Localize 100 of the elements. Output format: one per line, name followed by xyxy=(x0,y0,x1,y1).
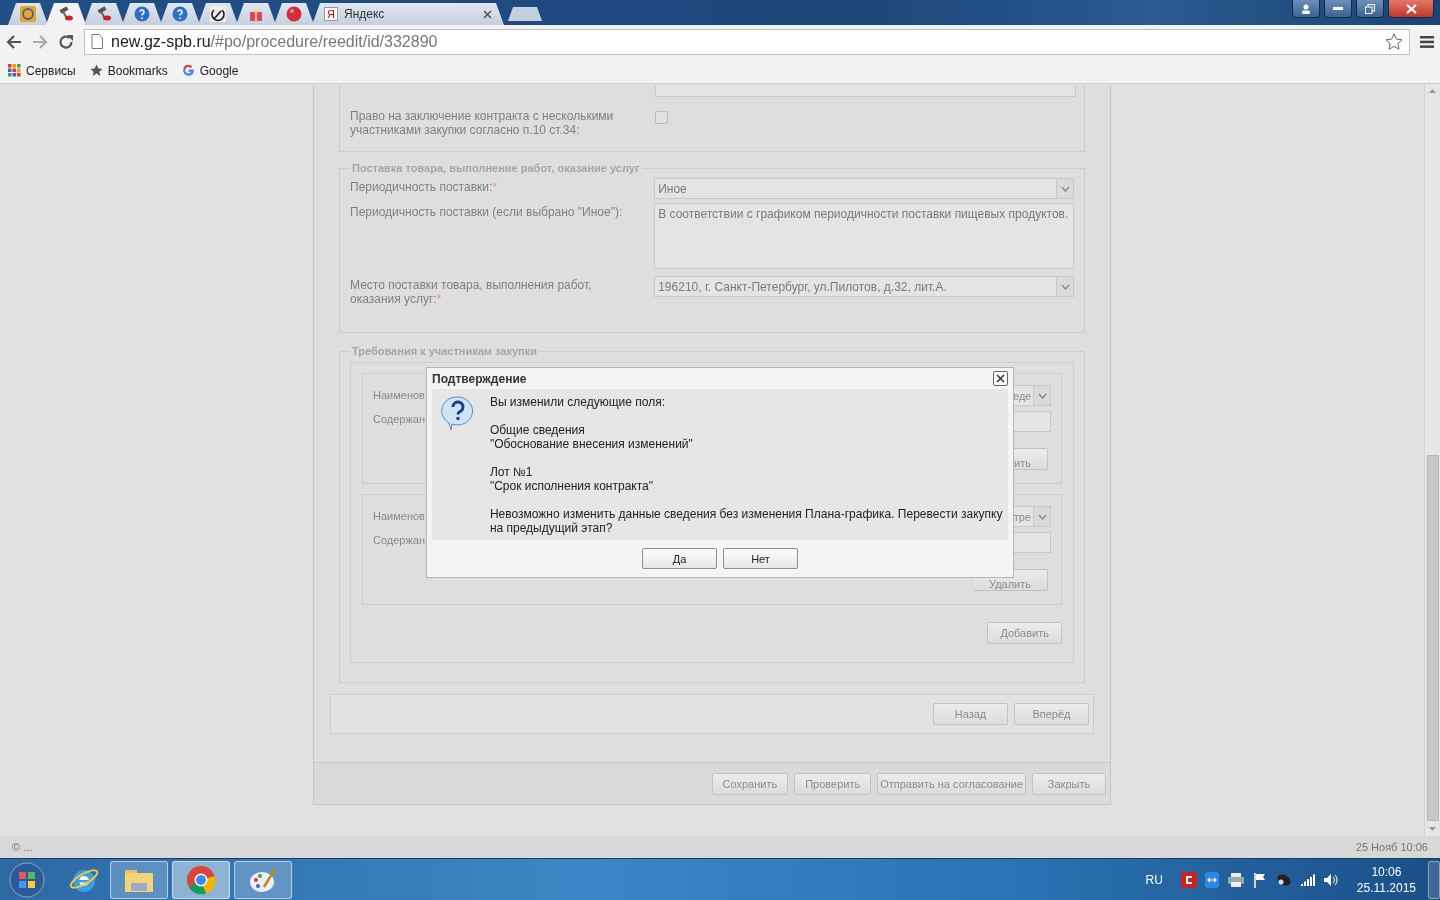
text-field[interactable] xyxy=(655,85,1076,97)
network-icon xyxy=(1274,871,1293,888)
question-bubble-icon xyxy=(441,395,475,431)
signal-bars-icon xyxy=(1300,873,1315,886)
bookmark-link[interactable]: Сервисы xyxy=(26,63,76,78)
taskbar-app[interactable] xyxy=(234,860,292,899)
section-legend: Поставка товара, выполнение работ, оказание услуг xyxy=(350,162,642,174)
dialog-button[interactable]: Да xyxy=(642,548,717,569)
new-tab-button[interactable] xyxy=(508,7,542,21)
page-icon xyxy=(91,34,103,49)
browser-tab[interactable] xyxy=(8,3,48,25)
menu-icon[interactable] xyxy=(1420,35,1434,48)
star-icon xyxy=(89,64,103,77)
browser-tab[interactable] xyxy=(236,3,276,25)
field-label: Периодичность поставки:* xyxy=(350,179,498,196)
field-label: Наименов xyxy=(373,510,426,522)
hammer-icon xyxy=(96,6,112,22)
close-icon xyxy=(1405,3,1417,14)
close-window-button[interactable] xyxy=(1388,0,1434,18)
dialog-text: Невозможно изменить данные сведения без изменения Плана-графика. Перевести закупку на предыдущий этап? xyxy=(489,507,1004,535)
shield-c-icon xyxy=(1180,871,1197,888)
field-label: Содержан xyxy=(373,413,426,425)
required-mark: * xyxy=(492,180,497,194)
browser-tab[interactable] xyxy=(274,3,314,25)
address-field[interactable]: new.gz-spb.ru/#po/procedure/reedit/id/332890 xyxy=(84,28,1410,55)
text-field[interactable] xyxy=(1013,411,1051,432)
url-path: /#po/procedure/reedit/id/332890 xyxy=(210,32,438,51)
nav-button[interactable]: Вперёд xyxy=(1014,703,1089,725)
close-icon[interactable] xyxy=(483,9,492,19)
dialog-text: Лот №1 xyxy=(489,465,534,479)
speaker-icon xyxy=(1322,872,1339,887)
caret-icon xyxy=(1037,513,1047,520)
mail-icon xyxy=(20,6,36,22)
nav-button[interactable]: Назад xyxy=(933,703,1008,725)
star-icon[interactable] xyxy=(1385,32,1403,51)
gift-icon xyxy=(248,6,264,22)
hammer-icon xyxy=(58,6,74,22)
back-arrow-icon[interactable] xyxy=(6,34,22,49)
checkbox[interactable] xyxy=(655,111,668,124)
add-button[interactable]: Добавить xyxy=(987,622,1062,644)
google-icon xyxy=(181,64,195,77)
footer-button[interactable]: Сохранить xyxy=(711,772,789,795)
dialog-button[interactable]: Нет xyxy=(723,548,798,569)
dialog-text: Вы изменили следующие поля: xyxy=(489,395,667,409)
close-icon xyxy=(996,374,1005,383)
footer-button[interactable]: Закрыть xyxy=(1032,772,1106,795)
sickle-icon xyxy=(210,6,226,22)
scroll-thumb[interactable] xyxy=(1426,455,1439,821)
field-label: Наименов xyxy=(373,389,426,401)
browser-tab[interactable] xyxy=(122,3,162,25)
language-indicator[interactable]: RU xyxy=(1145,872,1163,887)
browser-tab[interactable] xyxy=(46,3,86,25)
select-field[interactable]: тре xyxy=(1013,506,1051,527)
text-field[interactable] xyxy=(1013,532,1051,553)
caret-icon xyxy=(1060,283,1070,290)
status-text: © ... xyxy=(12,841,33,853)
dialog-text: Общие сведения xyxy=(489,423,586,437)
remote-arrows-icon xyxy=(1204,871,1219,888)
field-label: Место поставки товара, выполнения работ, оказания услуг:* xyxy=(350,277,593,306)
favicon: Я xyxy=(324,7,338,21)
chrome-icon xyxy=(186,864,216,895)
clock[interactable]: 10:06 25.11.2015 xyxy=(1356,863,1416,896)
tab-title: Яндекс xyxy=(344,7,386,21)
restore-button[interactable] xyxy=(1356,0,1384,18)
caret-icon xyxy=(1060,185,1070,192)
start-button[interactable] xyxy=(8,860,46,899)
minimize-icon xyxy=(1333,6,1343,11)
close-button[interactable] xyxy=(993,371,1008,386)
dialog-text: "Срок исполнения контракта" xyxy=(489,479,655,493)
caret-icon xyxy=(1037,392,1047,399)
field-label: Периодичность поставки (если выбрано "Иное"): xyxy=(350,204,624,221)
reload-icon[interactable] xyxy=(58,33,74,50)
restore-icon xyxy=(1365,3,1375,14)
field-label: Содержан xyxy=(373,534,426,546)
footer-button[interactable]: Проверить xyxy=(794,772,872,795)
status-time: 25 Нояб 10:06 xyxy=(1355,841,1428,853)
bookmark-link[interactable]: Google xyxy=(199,63,239,78)
footer-button[interactable]: Отправить на согласование xyxy=(877,772,1026,795)
select-field[interactable]: 196210, г. Санкт-Петербург, ул.Пилотов, д.32, лит.А. xyxy=(654,276,1074,297)
taskbar-app[interactable] xyxy=(172,860,230,899)
browser-tab[interactable] xyxy=(160,3,200,25)
minimize-button[interactable] xyxy=(1324,0,1352,18)
text-area[interactable]: В соответствии с графиком периодичности поставки пищевых продуктов. xyxy=(654,203,1074,269)
flag-icon xyxy=(1252,871,1267,888)
select-field[interactable]: Иное xyxy=(654,178,1074,199)
apps-grid-icon xyxy=(8,64,21,77)
bookmark-link[interactable]: Bookmarks xyxy=(107,63,168,78)
dialog-text: "Обоснование внесения изменений" xyxy=(489,437,694,451)
person-icon xyxy=(1301,3,1311,14)
scrollbar[interactable] xyxy=(1424,84,1440,836)
field-label: Право на заключение контракта с несколькими участниками закупки согласно п.10 ст.34: xyxy=(350,108,615,137)
select-field[interactable]: еде xyxy=(1013,385,1051,406)
taskbar-app[interactable] xyxy=(110,860,168,899)
show-desktop-button[interactable] xyxy=(1428,860,1440,899)
question-icon xyxy=(134,6,150,22)
profile-button[interactable] xyxy=(1292,0,1320,18)
browser-tab[interactable]: Я Яндекс xyxy=(312,3,504,25)
browser-tab[interactable] xyxy=(84,3,124,25)
browser-tab[interactable] xyxy=(198,3,238,25)
url-host: new.gz-spb.ru xyxy=(111,32,211,51)
